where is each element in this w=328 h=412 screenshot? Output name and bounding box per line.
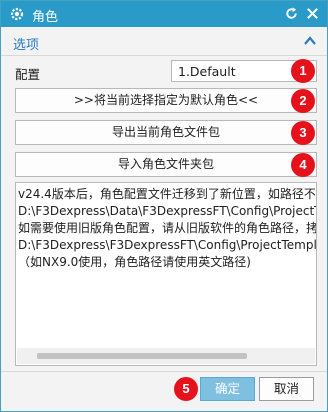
info-line: D:\F3Dexpress\Data\F3DexpressFT\Config\P… (18, 204, 316, 218)
annotation-badge-4: 4 (291, 153, 315, 177)
import-role-button[interactable]: 导入角色文件夹包 (15, 152, 317, 177)
close-icon[interactable] (305, 6, 320, 21)
options-section-header[interactable]: 选项 (1, 28, 327, 56)
role-dialog: 角色 选项 配置 1.Default 1 >>将当前选择指定为默认角色<< 2 … (0, 0, 328, 412)
annotation-badge-5: 5 (174, 377, 198, 401)
info-line: D:\F3Dexpress\F3DexpressFT\Config\Projec… (18, 238, 317, 252)
footer-divider (1, 371, 327, 372)
title-bar[interactable]: 角色 (1, 1, 327, 27)
set-default-role-button[interactable]: >>将当前选择指定为默认角色<< (15, 88, 317, 113)
info-line: v24.4版本后，角色配置文件迁移到了新位置，如路径不同 (18, 187, 317, 201)
info-text: v24.4版本后，角色配置文件迁移到了新位置，如路径不同 D:\F3Dexpre… (18, 186, 317, 271)
config-label: 配置 (15, 67, 41, 82)
ok-button[interactable]: 确定 (200, 377, 255, 401)
info-textarea[interactable]: v24.4版本后，角色配置文件迁移到了新位置，如路径不同 D:\F3Dexpre… (15, 182, 317, 366)
horizontal-scrollbar[interactable] (17, 348, 315, 364)
chevron-up-icon[interactable] (304, 36, 316, 46)
annotation-badge-3: 3 (291, 121, 315, 145)
cancel-button[interactable]: 取消 (259, 377, 314, 401)
section-label: 选项 (13, 38, 40, 53)
config-selected-value: 1.Default (178, 64, 236, 79)
window-title: 角色 (32, 10, 59, 25)
gear-icon (10, 7, 24, 21)
info-line: （如NX9.0使用，角色路径请使用英文路径) (18, 255, 251, 269)
annotation-badge-1: 1 (291, 59, 315, 83)
reset-icon[interactable] (284, 6, 299, 21)
export-role-button[interactable]: 导出当前角色文件包 (15, 120, 317, 145)
scrollbar-thumb[interactable] (37, 353, 247, 359)
info-line: 如需要使用旧版角色配置，请从旧版软件的角色路径，拷贝 (18, 221, 317, 235)
annotation-badge-2: 2 (291, 89, 315, 113)
